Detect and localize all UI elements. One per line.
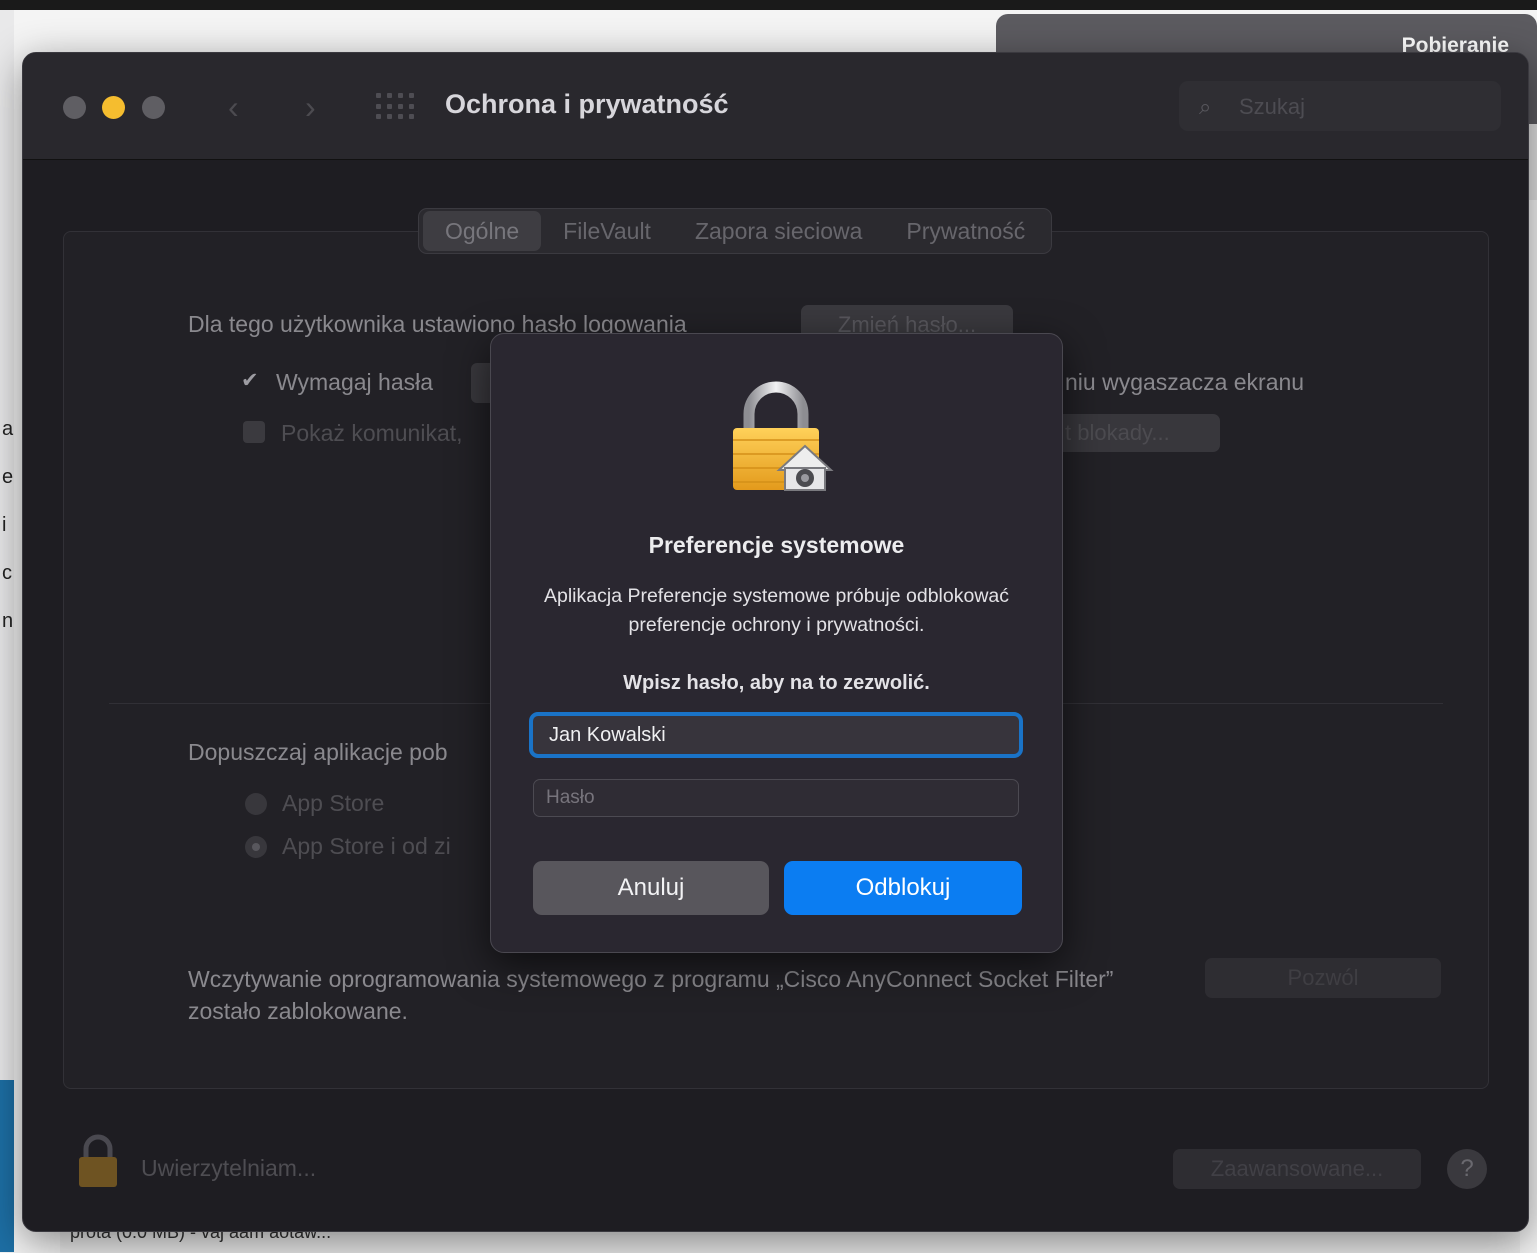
- advanced-button[interactable]: Zaawansowane...: [1173, 1149, 1421, 1189]
- window-title: Ochrona i prywatność: [445, 89, 729, 119]
- password-field[interactable]: [533, 779, 1019, 817]
- chevron-right-icon[interactable]: ›: [305, 89, 316, 125]
- unlock-button[interactable]: Odblokuj: [784, 861, 1022, 915]
- search-icon: ⌕: [1199, 94, 1212, 119]
- tab-privacy[interactable]: Prywatność: [884, 211, 1047, 251]
- radio-app-store-label: App Store: [282, 790, 385, 816]
- close-window-button[interactable]: [63, 96, 86, 119]
- require-password-label-tail: niu wygaszacza ekranu: [1065, 369, 1305, 395]
- lock-icon[interactable]: [77, 1133, 119, 1189]
- minimize-window-button[interactable]: [102, 96, 125, 119]
- search-field[interactable]: ⌕ Szukaj: [1179, 81, 1501, 131]
- dialog-message: Aplikacja Preferencje systemowe próbuje …: [544, 585, 1009, 636]
- radio-app-store[interactable]: [245, 793, 267, 815]
- title-bar: ‹ › Ochrona i prywatność ⌕ Szukaj: [23, 53, 1528, 160]
- lock-icon: [733, 381, 834, 491]
- show-message-checkbox[interactable]: [243, 421, 265, 443]
- dialog-prompt: Wpisz hasło, aby na to zezwolić.: [623, 672, 930, 694]
- radio-app-store-identified-label: App Store i od zi: [282, 833, 451, 859]
- require-password-label: Wymagaj hasła: [276, 369, 434, 395]
- tab-filevault[interactable]: FileVault: [541, 211, 673, 251]
- search-placeholder: Szukaj: [1239, 94, 1306, 119]
- auth-dialog: Preferencje systemowe Aplikacja Preferen…: [490, 333, 1063, 953]
- tab-general[interactable]: Ogólne: [423, 211, 542, 251]
- grid-icon[interactable]: [376, 93, 416, 121]
- chevron-left-icon[interactable]: ‹: [228, 89, 239, 125]
- cancel-button[interactable]: Anuluj: [533, 861, 769, 915]
- blocked-extension-message: Wczytywanie oprogramowania systemowego z…: [188, 966, 1114, 1024]
- radio-app-store-identified[interactable]: [245, 836, 267, 858]
- checkmark-icon[interactable]: ✔: [241, 368, 263, 392]
- background-window-left-accent: [0, 1080, 14, 1252]
- password-input[interactable]: [534, 780, 1018, 816]
- username-field[interactable]: [529, 712, 1023, 758]
- tab-firewall[interactable]: Zapora sieciowa: [673, 211, 884, 251]
- dialog-title: Preferencje systemowe: [648, 532, 905, 558]
- menu-bar-edge: [0, 0, 1537, 10]
- allow-apps-label: Dopuszczaj aplikacje pob: [188, 739, 448, 765]
- zoom-window-button[interactable]: [142, 96, 165, 119]
- tab-bar: Ogólne FileVault Zapora sieciowa Prywatn…: [418, 208, 1053, 254]
- allow-button[interactable]: Pozwól: [1205, 958, 1441, 998]
- show-message-label: Pokaż komunikat,: [281, 420, 463, 446]
- background-window-left-text: aeicn: [2, 418, 14, 632]
- help-icon[interactable]: ?: [1447, 1149, 1487, 1189]
- authenticating-status: Uwierzytelniam...: [141, 1155, 317, 1181]
- username-input[interactable]: [533, 716, 1019, 754]
- set-lock-message-button[interactable]: t blokady...: [1053, 414, 1220, 452]
